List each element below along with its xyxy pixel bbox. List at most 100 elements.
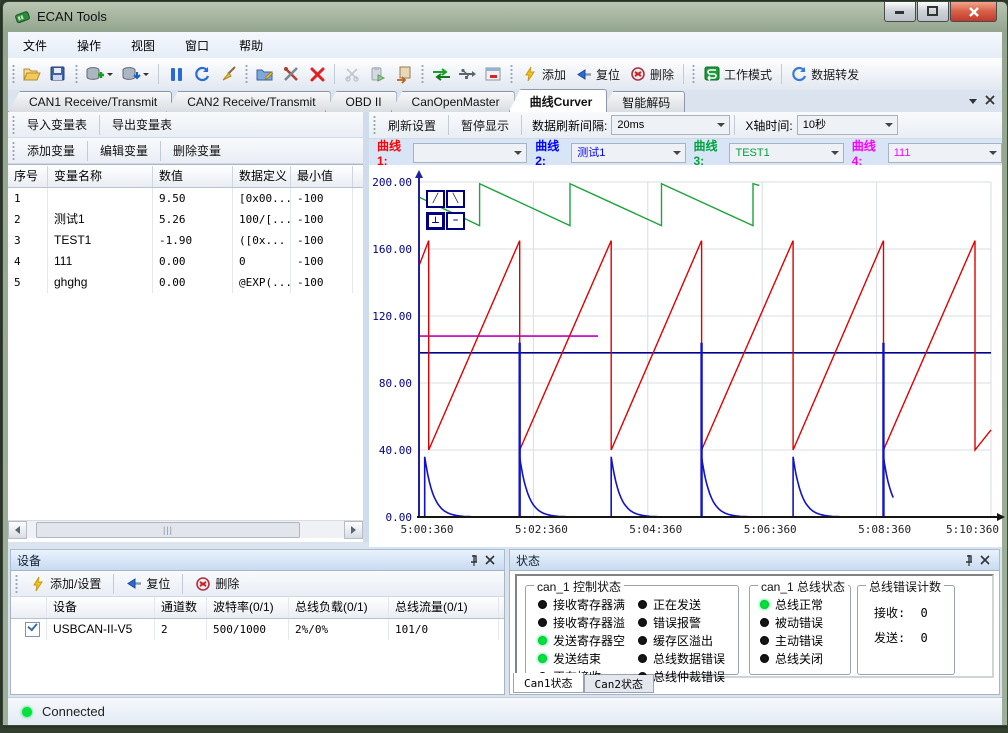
tools-button[interactable] (278, 63, 304, 85)
delete-circle-icon (630, 66, 646, 82)
device-enabled-checkbox[interactable] (25, 622, 40, 637)
dropdown-arrow-icon[interactable] (107, 73, 113, 79)
device-row[interactable]: USBCAN-II-V52500/10002%/0%101/0 (11, 619, 504, 640)
pin-icon[interactable] (466, 552, 482, 568)
tab-can1-receive/transmit[interactable]: CAN1 Receive/Transmit (8, 91, 172, 112)
data-forward-button[interactable]: 数据转发 (786, 63, 864, 86)
tab-canopenmaster[interactable]: CanOpenMaster (391, 91, 515, 112)
chart-reset-icon[interactable]: ⊥ (426, 212, 445, 230)
menu-操作[interactable]: 操作 (62, 33, 116, 58)
curve1-select[interactable] (413, 143, 527, 163)
menu-视图[interactable]: 视图 (116, 33, 170, 58)
column-header[interactable]: 数据定义 (233, 166, 291, 187)
tab-Can2状态[interactable]: Can2状态 (584, 675, 655, 693)
title-bar[interactable]: ECAN Tools (3, 2, 1007, 31)
device-panel: 设备 添加/设置复位删除 设备通道数波特率(0/1)总线负载(0/1)总线流量(… (8, 547, 507, 697)
svg-text:5:02:360: 5:02:360 (515, 523, 568, 536)
import-file-button[interactable] (391, 63, 417, 85)
save-file-button[interactable] (45, 63, 71, 85)
close-button[interactable] (950, 2, 997, 22)
column-header[interactable]: 总线流量(0/1) (389, 597, 499, 618)
menu-文件[interactable]: 文件 (8, 33, 62, 58)
tab-can2-receive/transmit[interactable]: CAN2 Receive/Transmit (166, 91, 330, 112)
clear-button[interactable] (215, 63, 241, 85)
scroll-left-button[interactable] (8, 521, 27, 539)
add-button[interactable]: 添加 (517, 63, 571, 86)
cell: 111 (48, 251, 153, 272)
led-on-icon (760, 600, 769, 609)
usb-button[interactable] (454, 63, 480, 85)
refresh-interval-select[interactable]: 20ms (611, 115, 730, 135)
paste-send-button[interactable] (365, 63, 391, 85)
column-header[interactable] (11, 597, 47, 618)
delete-frames-button[interactable] (304, 63, 330, 85)
open-file-button[interactable] (19, 63, 45, 85)
device-info-button[interactable] (118, 63, 154, 85)
delete-variable-button[interactable]: 删除变量 (165, 139, 229, 162)
reset-button[interactable]: 复位 (571, 63, 625, 86)
cell: [0x00... (233, 188, 291, 209)
hide-window-button[interactable] (480, 63, 506, 85)
column-header[interactable]: 数值 (153, 166, 233, 187)
import-variable-table-button[interactable]: 导入变量表 (19, 113, 95, 136)
tab-曲线curver[interactable]: 曲线Curver (509, 89, 608, 112)
minimize-button[interactable] (884, 2, 916, 22)
refresh-button[interactable] (189, 63, 215, 85)
column-header[interactable]: 设备 (47, 597, 155, 618)
scroll-right-button[interactable] (344, 521, 363, 539)
menu-窗口[interactable]: 窗口 (170, 33, 224, 58)
scrollbar-thumb[interactable]: ||| (36, 522, 300, 538)
device-add-setup-button[interactable]: 添加/设置 (22, 572, 109, 595)
chart-zoom-in-x-icon[interactable]: ╱ (426, 190, 445, 208)
export-variable-table-button[interactable]: 导出变量表 (104, 113, 180, 136)
column-header[interactable]: 变量名称 (48, 166, 153, 187)
work-mode-button[interactable]: 工作模式 (699, 63, 777, 86)
led-on-icon (538, 636, 547, 645)
column-header[interactable]: 总线负载(0/1) (289, 597, 389, 618)
refresh-settings-button[interactable]: 刷新设置 (380, 114, 444, 137)
cell: -100 (291, 188, 353, 209)
add-variable-button[interactable]: 添加变量 (19, 139, 83, 162)
horizontal-scrollbar[interactable]: ||| (8, 520, 363, 538)
broom-icon (220, 66, 236, 82)
column-header[interactable]: 序号 (8, 166, 48, 187)
pin-icon[interactable] (961, 552, 977, 568)
chart-zoom-out-x-icon[interactable]: ╲ (446, 190, 465, 208)
device-panel-titlebar[interactable]: 设备 (10, 549, 505, 571)
curve3-select[interactable]: TEST1 (729, 143, 843, 163)
pause-display-button[interactable]: 暂停显示 (453, 114, 517, 137)
table-row[interactable]: 2测试15.26100/[...-100 (8, 209, 363, 230)
column-header[interactable]: 波特率(0/1) (207, 597, 289, 618)
x-axis-time-select[interactable]: 10秒 (797, 115, 898, 135)
device-reset-button[interactable]: 复位 (118, 572, 178, 595)
table-row[interactable]: 19.50[0x00...-100 (8, 188, 363, 209)
tab-智能解码[interactable]: 智能解码 (601, 91, 685, 112)
close-panel-icon[interactable] (977, 552, 993, 568)
pause-button[interactable] (163, 63, 189, 85)
edit-frames-button[interactable] (252, 63, 278, 85)
close-panel-icon[interactable] (482, 552, 498, 568)
delete-button[interactable]: 删除 (625, 63, 679, 86)
column-header[interactable]: 最小值 (291, 166, 353, 187)
tab-Can1状态[interactable]: Can1状态 (513, 673, 584, 693)
dropdown-arrow-icon[interactable] (143, 73, 149, 79)
curve4-select[interactable]: 111 (888, 143, 1002, 163)
table-row[interactable]: 41110.000-100 (8, 251, 363, 272)
status-panel-titlebar[interactable]: 状态 (509, 549, 1000, 571)
table-row[interactable]: 3TEST1-1.90([0x...-100 (8, 230, 363, 251)
curve2-select[interactable]: 测试1 (571, 143, 685, 163)
tab-obd-ii[interactable]: OBD II (325, 91, 397, 112)
maximize-button[interactable] (917, 2, 949, 22)
chart-zoom-out-y-icon[interactable]: − (446, 212, 465, 230)
variables-table: 序号变量名称数值数据定义最小值19.50[0x00...-1002测试15.26… (8, 164, 363, 521)
transfer-button[interactable] (428, 63, 454, 85)
tab-close-icon[interactable] (986, 94, 995, 108)
device-delete-button[interactable]: 删除 (187, 572, 247, 595)
column-header[interactable]: 通道数 (155, 597, 207, 618)
tab-dropdown-icon[interactable] (969, 94, 978, 108)
table-row[interactable]: 5ghghg0.00@EXP(...-100 (8, 272, 363, 293)
edit-variable-button[interactable]: 编辑变量 (92, 139, 156, 162)
menu-帮助[interactable]: 帮助 (224, 33, 278, 58)
connect-device-button[interactable] (82, 63, 118, 85)
cut-button[interactable] (339, 63, 365, 85)
